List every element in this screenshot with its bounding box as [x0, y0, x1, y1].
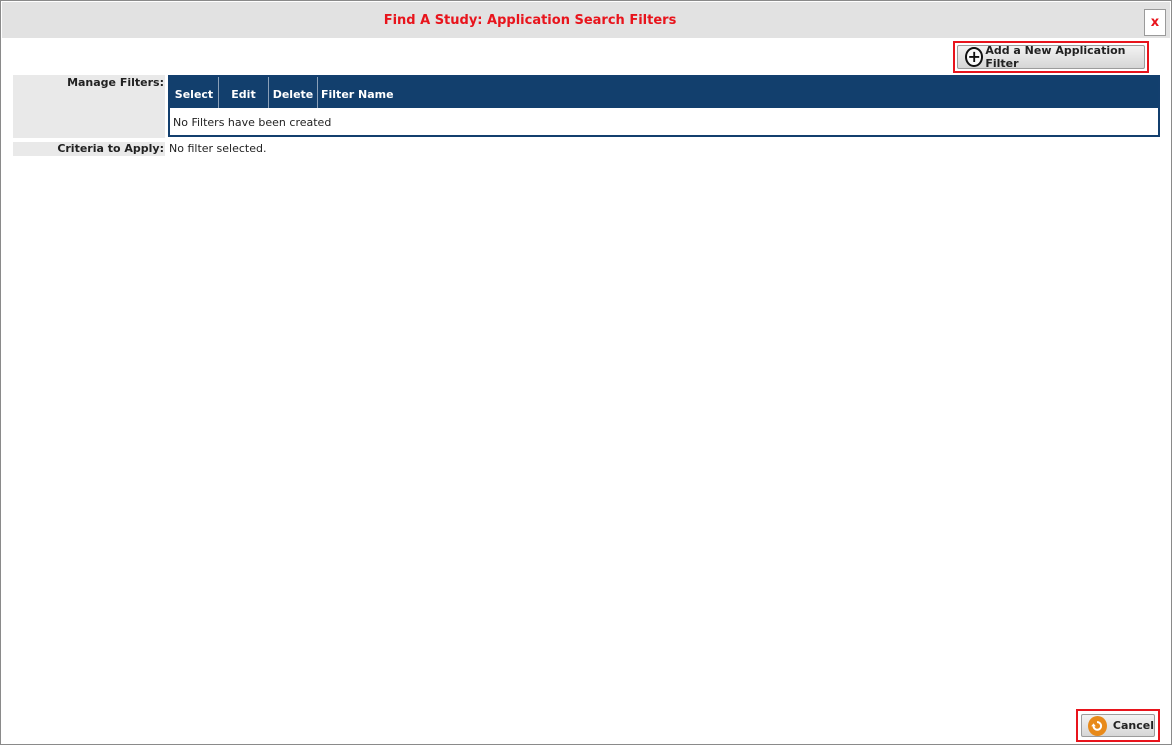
- cancel-highlight: Cancel: [1076, 709, 1160, 742]
- column-header-filter-name: Filter Name: [321, 87, 394, 101]
- add-application-filter-button[interactable]: + Add a New Application Filter: [957, 44, 1145, 70]
- column-header-select: Select: [170, 77, 219, 108]
- plus-circle-icon: +: [965, 47, 984, 67]
- cancel-button[interactable]: Cancel: [1081, 714, 1155, 737]
- add-filter-highlight: + Add a New Application Filter: [953, 41, 1149, 73]
- undo-icon: [1088, 715, 1107, 736]
- manage-filters-label: Manage Filters:: [13, 75, 165, 138]
- criteria-label: Criteria to Apply:: [13, 142, 165, 156]
- cancel-label: Cancel: [1112, 719, 1154, 732]
- filters-table: Select Edit Delete Filter Name No Filter…: [168, 75, 1160, 137]
- filters-dialog: Find A Study: Application Search Filters…: [0, 0, 1172, 745]
- empty-filters-message: No Filters have been created: [173, 116, 332, 129]
- criteria-value: No filter selected.: [169, 142, 267, 155]
- dialog-titlebar: Find A Study: Application Search Filters: [2, 2, 1170, 38]
- column-header-delete: Delete: [269, 77, 318, 108]
- close-button[interactable]: x: [1144, 9, 1166, 36]
- dialog-title: Find A Study: Application Search Filters: [383, 13, 677, 28]
- add-filter-label: Add a New Application Filter: [985, 44, 1126, 70]
- column-header-edit: Edit: [219, 77, 269, 108]
- filters-table-header: Select Edit Delete Filter Name: [170, 77, 1158, 108]
